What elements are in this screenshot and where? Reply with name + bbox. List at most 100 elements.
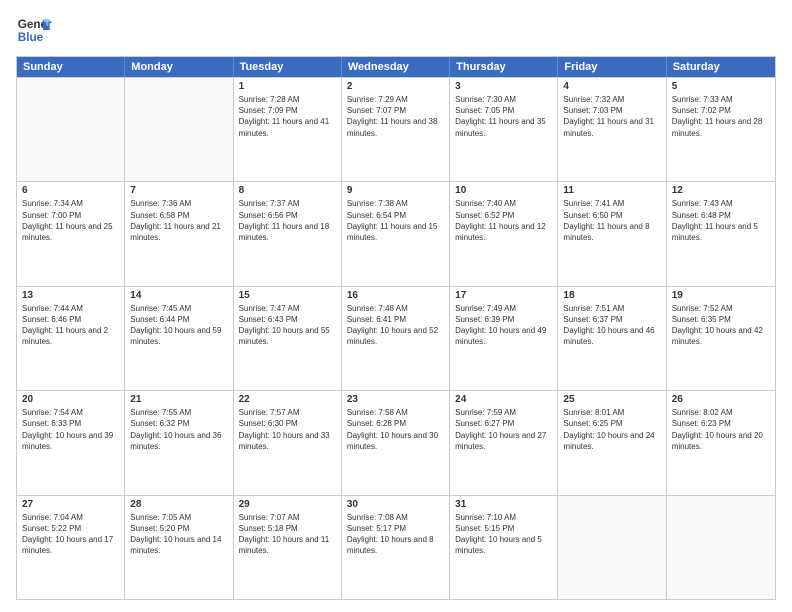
day-info: Sunrise: 7:49 AMSunset: 6:39 PMDaylight:… xyxy=(455,303,552,348)
day-info: Sunrise: 7:28 AMSunset: 7:09 PMDaylight:… xyxy=(239,94,336,139)
day-number: 13 xyxy=(22,290,119,301)
day-number: 31 xyxy=(455,499,552,510)
day-cell-2: 2 Sunrise: 7:29 AMSunset: 7:07 PMDaylight… xyxy=(342,78,450,181)
day-cell-11: 11Sunrise: 7:41 AMSunset: 6:50 PMDayligh… xyxy=(558,182,666,285)
day-cell-3: 3 Sunrise: 7:30 AMSunset: 7:05 PMDaylight… xyxy=(450,78,558,181)
weekday-header-monday: Monday xyxy=(125,57,233,77)
day-cell-5: 5 Sunrise: 7:33 AMSunset: 7:02 PMDaylight… xyxy=(667,78,775,181)
day-cell-27: 27Sunrise: 7:04 AMSunset: 5:22 PMDayligh… xyxy=(17,496,125,599)
day-cell-4: 4Sunrise: 7:32 AMSunset: 7:03 PMDaylight… xyxy=(558,78,666,181)
day-info: Sunrise: 7:57 AMSunset: 6:30 PMDaylight:… xyxy=(239,407,336,452)
day-cell-23: 23 Sunrise: 7:58 AMSunset: 6:28 PMDayligh… xyxy=(342,391,450,494)
day-number: 3 xyxy=(455,81,552,92)
weekday-header-friday: Friday xyxy=(558,57,666,77)
day-info: Sunrise: 7:08 AMSunset: 5:17 PMDaylight:… xyxy=(347,512,444,557)
day-info: Sunrise: 7:45 AMSunset: 6:44 PMDaylight:… xyxy=(130,303,227,348)
page: General Blue SundayMondayTuesdayWednesda… xyxy=(0,0,792,612)
day-number: 6 xyxy=(22,185,119,196)
day-info: Sunrise: 7:38 AMSunset: 6:54 PMDaylight:… xyxy=(347,198,444,243)
week-row-1: 1 Sunrise: 7:28 AMSunset: 7:09 PMDaylight… xyxy=(17,77,775,181)
week-row-4: 20 Sunrise: 7:54 AMSunset: 6:33 PMDayligh… xyxy=(17,390,775,494)
day-cell-28: 28 Sunrise: 7:05 AMSunset: 5:20 PMDayligh… xyxy=(125,496,233,599)
day-info: Sunrise: 7:48 AMSunset: 6:41 PMDaylight:… xyxy=(347,303,444,348)
weekday-header-sunday: Sunday xyxy=(17,57,125,77)
day-cell-29: 29 Sunrise: 7:07 AMSunset: 5:18 PMDayligh… xyxy=(234,496,342,599)
day-number: 9 xyxy=(347,185,444,196)
empty-cell xyxy=(558,496,666,599)
weekday-header-thursday: Thursday xyxy=(450,57,558,77)
day-cell-7: 7Sunrise: 7:36 AMSunset: 6:58 PMDaylight… xyxy=(125,182,233,285)
day-number: 18 xyxy=(563,290,660,301)
calendar-header: SundayMondayTuesdayWednesdayThursdayFrid… xyxy=(17,57,775,77)
logo-icon: General Blue xyxy=(16,12,52,48)
day-info: Sunrise: 7:44 AMSunset: 6:46 PMDaylight:… xyxy=(22,303,119,348)
day-info: Sunrise: 7:58 AMSunset: 6:28 PMDaylight:… xyxy=(347,407,444,452)
day-info: Sunrise: 7:05 AMSunset: 5:20 PMDaylight:… xyxy=(130,512,227,557)
day-number: 23 xyxy=(347,394,444,405)
day-number: 24 xyxy=(455,394,552,405)
empty-cell xyxy=(125,78,233,181)
empty-cell xyxy=(17,78,125,181)
day-number: 16 xyxy=(347,290,444,301)
week-row-3: 13 Sunrise: 7:44 AMSunset: 6:46 PMDayligh… xyxy=(17,286,775,390)
day-info: Sunrise: 7:29 AMSunset: 7:07 PMDaylight:… xyxy=(347,94,444,139)
logo: General Blue xyxy=(16,12,52,48)
day-info: Sunrise: 7:51 AMSunset: 6:37 PMDaylight:… xyxy=(563,303,660,348)
day-info: Sunrise: 7:07 AMSunset: 5:18 PMDaylight:… xyxy=(239,512,336,557)
header: General Blue xyxy=(16,12,776,48)
day-cell-9: 9 Sunrise: 7:38 AMSunset: 6:54 PMDaylight… xyxy=(342,182,450,285)
day-cell-30: 30 Sunrise: 7:08 AMSunset: 5:17 PMDayligh… xyxy=(342,496,450,599)
day-cell-20: 20 Sunrise: 7:54 AMSunset: 6:33 PMDayligh… xyxy=(17,391,125,494)
day-number: 2 xyxy=(347,81,444,92)
day-number: 14 xyxy=(130,290,227,301)
day-cell-14: 14 Sunrise: 7:45 AMSunset: 6:44 PMDayligh… xyxy=(125,287,233,390)
day-cell-13: 13 Sunrise: 7:44 AMSunset: 6:46 PMDayligh… xyxy=(17,287,125,390)
day-cell-22: 22 Sunrise: 7:57 AMSunset: 6:30 PMDayligh… xyxy=(234,391,342,494)
day-cell-26: 26Sunrise: 8:02 AMSunset: 6:23 PMDayligh… xyxy=(667,391,775,494)
day-info: Sunrise: 7:10 AMSunset: 5:15 PMDaylight:… xyxy=(455,512,552,557)
day-number: 8 xyxy=(239,185,336,196)
day-number: 20 xyxy=(22,394,119,405)
day-info: Sunrise: 7:47 AMSunset: 6:43 PMDaylight:… xyxy=(239,303,336,348)
day-number: 1 xyxy=(239,81,336,92)
day-cell-10: 10Sunrise: 7:40 AMSunset: 6:52 PMDayligh… xyxy=(450,182,558,285)
day-number: 10 xyxy=(455,185,552,196)
day-number: 28 xyxy=(130,499,227,510)
day-cell-25: 25Sunrise: 8:01 AMSunset: 6:25 PMDayligh… xyxy=(558,391,666,494)
day-info: Sunrise: 7:55 AMSunset: 6:32 PMDaylight:… xyxy=(130,407,227,452)
day-cell-17: 17 Sunrise: 7:49 AMSunset: 6:39 PMDayligh… xyxy=(450,287,558,390)
empty-cell xyxy=(667,496,775,599)
day-cell-24: 24 Sunrise: 7:59 AMSunset: 6:27 PMDayligh… xyxy=(450,391,558,494)
day-number: 11 xyxy=(563,185,660,196)
day-info: Sunrise: 7:43 AMSunset: 6:48 PMDaylight:… xyxy=(672,198,770,243)
calendar-body: 1 Sunrise: 7:28 AMSunset: 7:09 PMDaylight… xyxy=(17,77,775,599)
day-number: 22 xyxy=(239,394,336,405)
day-info: Sunrise: 7:59 AMSunset: 6:27 PMDaylight:… xyxy=(455,407,552,452)
day-number: 5 xyxy=(672,81,770,92)
day-number: 30 xyxy=(347,499,444,510)
weekday-header-saturday: Saturday xyxy=(667,57,775,77)
day-info: Sunrise: 7:32 AMSunset: 7:03 PMDaylight:… xyxy=(563,94,660,139)
day-number: 17 xyxy=(455,290,552,301)
day-info: Sunrise: 7:54 AMSunset: 6:33 PMDaylight:… xyxy=(22,407,119,452)
day-info: Sunrise: 7:37 AMSunset: 6:56 PMDaylight:… xyxy=(239,198,336,243)
day-info: Sunrise: 8:02 AMSunset: 6:23 PMDaylight:… xyxy=(672,407,770,452)
day-info: Sunrise: 8:01 AMSunset: 6:25 PMDaylight:… xyxy=(563,407,660,452)
day-cell-18: 18 Sunrise: 7:51 AMSunset: 6:37 PMDayligh… xyxy=(558,287,666,390)
day-info: Sunrise: 7:52 AMSunset: 6:35 PMDaylight:… xyxy=(672,303,770,348)
day-info: Sunrise: 7:36 AMSunset: 6:58 PMDaylight:… xyxy=(130,198,227,243)
day-cell-21: 21Sunrise: 7:55 AMSunset: 6:32 PMDayligh… xyxy=(125,391,233,494)
day-info: Sunrise: 7:30 AMSunset: 7:05 PMDaylight:… xyxy=(455,94,552,139)
day-cell-12: 12Sunrise: 7:43 AMSunset: 6:48 PMDayligh… xyxy=(667,182,775,285)
day-cell-8: 8 Sunrise: 7:37 AMSunset: 6:56 PMDaylight… xyxy=(234,182,342,285)
week-row-5: 27Sunrise: 7:04 AMSunset: 5:22 PMDayligh… xyxy=(17,495,775,599)
day-cell-6: 6Sunrise: 7:34 AMSunset: 7:00 PMDaylight… xyxy=(17,182,125,285)
day-number: 29 xyxy=(239,499,336,510)
day-info: Sunrise: 7:33 AMSunset: 7:02 PMDaylight:… xyxy=(672,94,770,139)
day-cell-16: 16 Sunrise: 7:48 AMSunset: 6:41 PMDayligh… xyxy=(342,287,450,390)
day-number: 19 xyxy=(672,290,770,301)
day-cell-15: 15 Sunrise: 7:47 AMSunset: 6:43 PMDayligh… xyxy=(234,287,342,390)
day-number: 15 xyxy=(239,290,336,301)
weekday-header-tuesday: Tuesday xyxy=(234,57,342,77)
calendar: SundayMondayTuesdayWednesdayThursdayFrid… xyxy=(16,56,776,600)
